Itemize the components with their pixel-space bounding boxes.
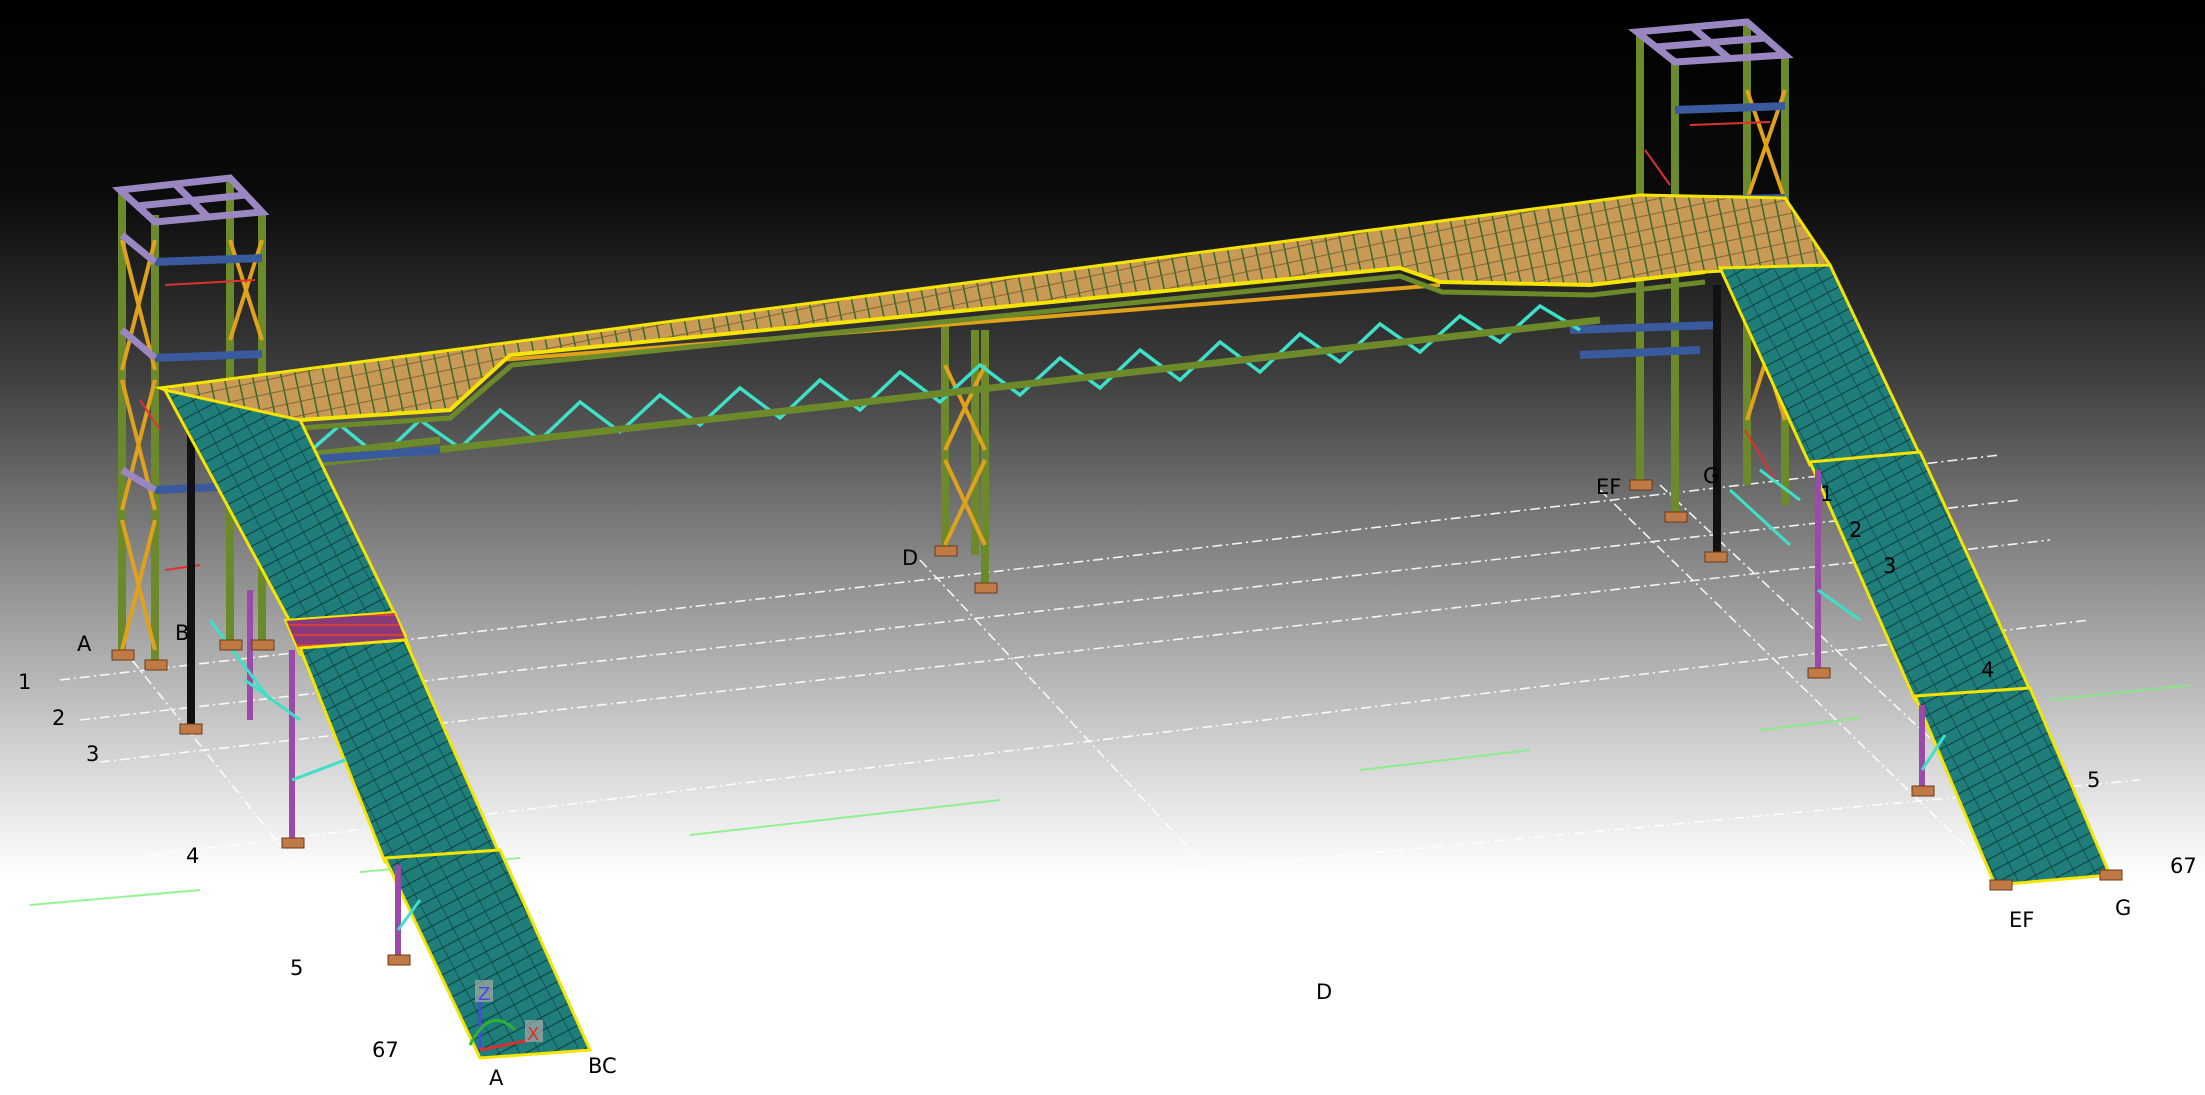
grid-label-d-bottom: D xyxy=(1316,980,1333,1004)
grid-label-g-mid: G xyxy=(1703,464,1720,488)
grid-label-3-left: 3 xyxy=(86,742,100,766)
right-stair-lower-flight[interactable] xyxy=(1912,686,2113,887)
grid-label-5-right: 5 xyxy=(2087,768,2101,792)
grid-label-3-right: 3 xyxy=(1883,554,1897,578)
grid-label-d-mid: D xyxy=(902,546,919,570)
grid-label-a-bottom: A xyxy=(489,1066,504,1090)
grid-label-ef-mid: EF xyxy=(1596,475,1622,499)
grid-label-5-left: 5 xyxy=(290,956,304,980)
grid-label-g-right: G xyxy=(2115,896,2132,920)
axis-z-label: Z xyxy=(478,984,490,1005)
left-tower-top-frame xyxy=(111,174,270,226)
grid-label-b-left: B xyxy=(175,621,190,645)
left-stair-lower-flight[interactable] xyxy=(382,848,593,1060)
right-black-column xyxy=(1713,285,1721,560)
left-black-column xyxy=(187,430,195,730)
right-tower-top-frame xyxy=(1627,18,1794,66)
3d-model-viewport[interactable]: Z X A B A BC D D EF G EF G 1 2 3 4 5 67 … xyxy=(0,0,2205,1095)
grid-label-1-right: 1 xyxy=(1820,482,1834,506)
left-stair-middle-flight[interactable] xyxy=(297,638,503,864)
left-stair-upper-flight[interactable] xyxy=(162,387,408,642)
grid-label-4-left: 4 xyxy=(186,844,200,868)
grid-label-67-left: 67 xyxy=(372,1038,399,1062)
grid-label-a-left: A xyxy=(77,632,92,656)
grid-label-bc-bottom: BC xyxy=(588,1054,617,1078)
grid-label-67-right: 67 xyxy=(2170,854,2197,878)
walkway-structure-scene[interactable]: Z X xyxy=(0,0,2205,1095)
grid-label-2-left: 2 xyxy=(52,706,66,730)
right-stair-middle-flight[interactable] xyxy=(1807,450,2033,702)
axis-x-label: X xyxy=(527,1024,539,1045)
grid-label-4-right: 4 xyxy=(1981,658,1995,682)
grid-label-ef-right: EF xyxy=(2009,908,2035,932)
grid-label-1-left: 1 xyxy=(18,670,32,694)
grid-label-2-right: 2 xyxy=(1849,518,1863,542)
